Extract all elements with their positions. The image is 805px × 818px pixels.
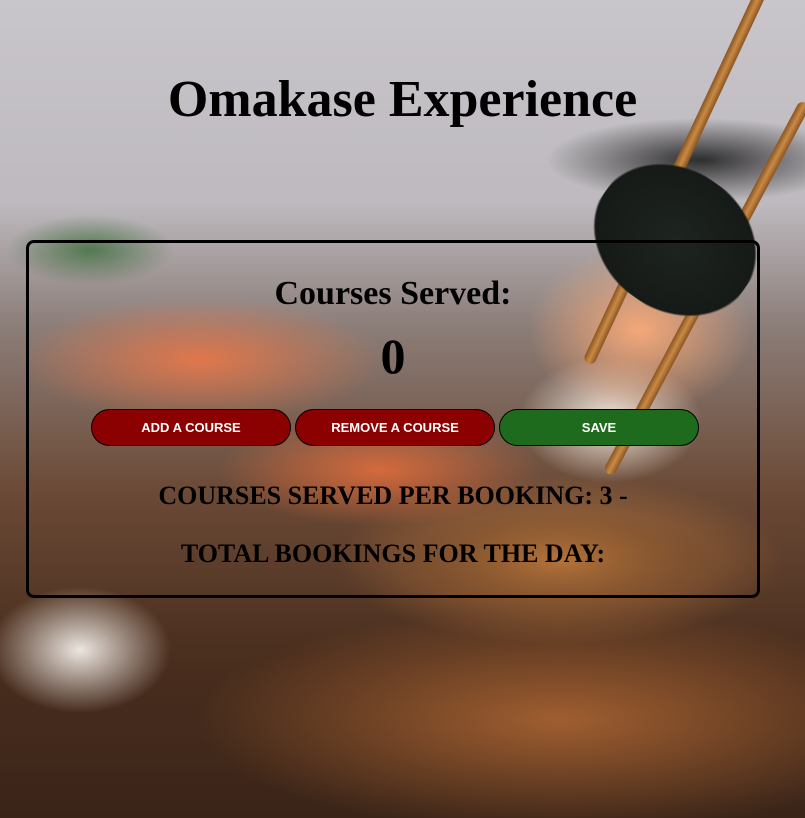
courses-served-label: Courses Served: <box>274 275 512 312</box>
courses-served-count: 0 <box>380 328 406 384</box>
counter-panel: Courses Served: 0 ADD A COURSE REMOVE A … <box>26 240 760 598</box>
page-title: Omakase Experience <box>167 71 638 128</box>
remove-course-button[interactable]: REMOVE A COURSE <box>295 409 495 446</box>
total-bookings-text: TOTAL BOOKINGS FOR THE DAY: <box>180 539 606 568</box>
button-row: ADD A COURSE REMOVE A COURSE SAVE <box>91 409 699 446</box>
save-button[interactable]: SAVE <box>499 409 699 446</box>
add-course-button[interactable]: ADD A COURSE <box>91 409 291 446</box>
courses-per-booking-text: COURSES SERVED PER BOOKING: 3 - <box>158 481 628 510</box>
